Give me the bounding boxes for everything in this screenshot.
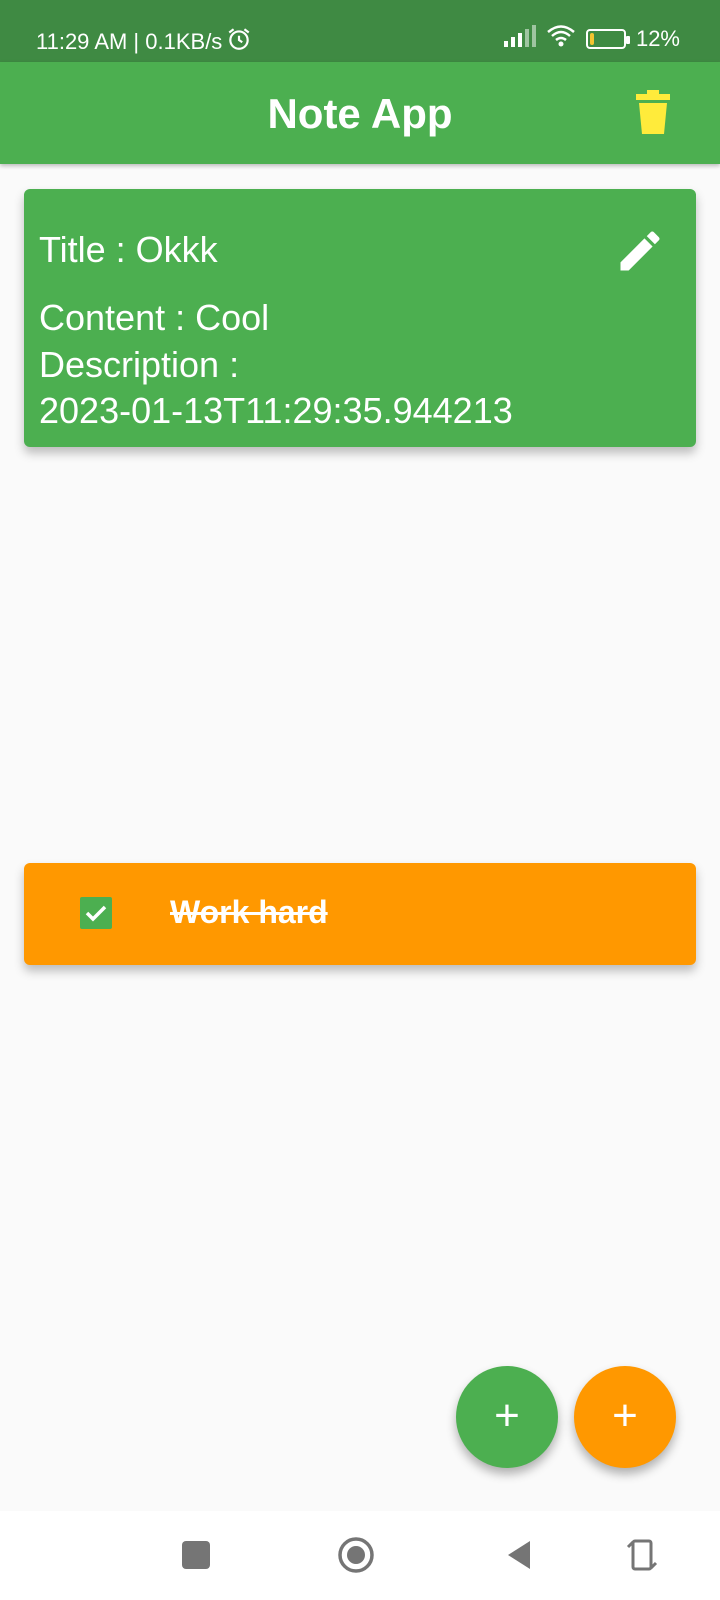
rotate-button[interactable]: [622, 1535, 662, 1575]
system-nav-bar: [0, 1511, 720, 1600]
home-circle-icon: [338, 1537, 374, 1573]
battery-icon: [585, 29, 630, 49]
status-right: 12%: [502, 24, 680, 54]
home-button[interactable]: [336, 1535, 376, 1575]
status-left: 11:29 AM | 0.1KB/s: [36, 26, 252, 58]
rotate-icon: [626, 1539, 658, 1571]
delete-all-button[interactable]: [636, 90, 670, 134]
status-time-speed: 11:29 AM | 0.1KB/s: [36, 29, 223, 54]
note-description-label: Description :: [39, 344, 240, 385]
add-todo-button[interactable]: +: [574, 1366, 676, 1468]
plus-icon: +: [612, 1391, 638, 1440]
todo-text: Work hard: [170, 894, 328, 930]
battery-fill: [589, 33, 594, 45]
recents-button[interactable]: [176, 1535, 216, 1575]
note-title: Title : Okkk: [39, 229, 218, 270]
todo-checkbox[interactable]: [80, 897, 112, 929]
status-bar: 11:29 AM | 0.1KB/s 12%: [0, 0, 720, 62]
add-note-button[interactable]: +: [456, 1366, 558, 1468]
signal-icon: [502, 25, 536, 53]
pencil-icon: [620, 231, 660, 271]
alarm-icon: [226, 26, 252, 58]
todo-card[interactable]: Work hard: [24, 863, 696, 965]
checkmark-icon: [85, 905, 107, 922]
wifi-icon: [546, 24, 576, 54]
page-title: Note App: [267, 90, 453, 137]
app-bar: Note App: [0, 62, 720, 164]
plus-icon: +: [494, 1391, 520, 1440]
battery-percent: 12%: [635, 26, 680, 51]
trash-icon: [636, 90, 670, 134]
note-card[interactable]: Title : Okkk Content : Cool Description …: [24, 189, 696, 447]
note-content: Content : Cool: [39, 297, 270, 338]
square-icon: [182, 1541, 210, 1569]
back-button[interactable]: [500, 1535, 540, 1575]
note-description-value: 2023-01-13T11:29:35.944213: [39, 390, 513, 431]
back-triangle-icon: [508, 1541, 530, 1569]
edit-note-button[interactable]: [614, 225, 666, 277]
